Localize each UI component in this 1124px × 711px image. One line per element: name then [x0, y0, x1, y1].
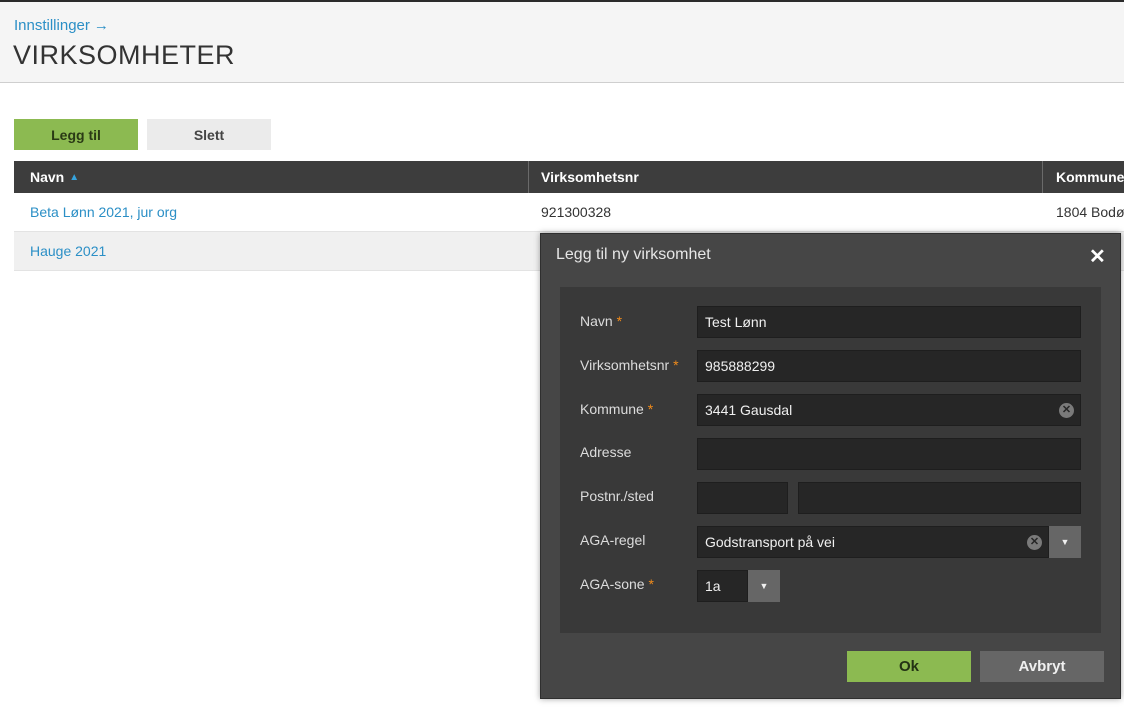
row-virksomhetsnr: 921300328 — [541, 204, 612, 220]
page-title: VIRKSOMHETER — [13, 40, 236, 70]
clear-icon[interactable]: ✕ — [1027, 535, 1042, 550]
sted-input[interactable] — [798, 482, 1081, 514]
kommune-label: Kommune * — [580, 401, 653, 417]
column-header-virksomhetsnr[interactable]: Virksomhetsnr — [541, 161, 639, 193]
aga-sone-select[interactable]: 1a — [697, 570, 748, 602]
adresse-label: Adresse — [580, 444, 632, 460]
required-marker: * — [647, 401, 654, 417]
virksomhetsnr-label: Virksomhetsnr * — [580, 357, 679, 373]
column-header-label: Virksomhetsnr — [541, 169, 639, 185]
postnr-input[interactable] — [697, 482, 788, 514]
field-label-text: AGA-sone — [580, 576, 645, 592]
required-marker: * — [648, 576, 654, 592]
table-row[interactable]: Beta Lønn 2021, jur org 921300328 1804 B… — [14, 193, 1124, 232]
sort-ascending-icon: ▲ — [69, 171, 80, 183]
field-label-text: Kommune — [580, 401, 644, 417]
required-marker: * — [616, 313, 623, 329]
postnr-sted-label: Postnr./sted — [580, 488, 654, 504]
column-header-label: Kommune — [1056, 169, 1124, 185]
column-header-kommune[interactable]: Kommune — [1056, 161, 1124, 193]
field-label-text: Virksomhetsnr — [580, 357, 670, 373]
dialog-form: Navn * Test Lønn Virksomhetsnr * 9858882… — [560, 287, 1101, 633]
row-name-link[interactable]: Hauge 2021 — [30, 232, 106, 270]
caret-down-icon[interactable]: ▼ — [748, 570, 780, 602]
aga-regel-value: Godstransport på vei — [705, 534, 835, 550]
aga-regel-select[interactable]: Godstransport på vei ✕ — [697, 526, 1049, 558]
kommune-value: 3441 Gausdal — [705, 402, 793, 418]
cancel-button[interactable]: Avbryt — [980, 651, 1104, 682]
breadcrumb-link[interactable]: Innstillinger — [14, 17, 90, 34]
aga-sone-label: AGA-sone * — [580, 576, 654, 592]
row-name-link[interactable]: Beta Lønn 2021, jur org — [30, 193, 177, 231]
table-header: Navn ▲ Virksomhetsnr Kommune — [14, 161, 1124, 193]
aga-regel-label: AGA-regel — [580, 532, 646, 548]
delete-button[interactable]: Slett — [147, 119, 271, 150]
column-header-navn[interactable]: Navn ▲ — [30, 161, 79, 193]
caret-down-icon[interactable]: ▼ — [1049, 526, 1081, 558]
add-company-dialog: Legg til ny virksomhet ✕ Navn * Test Løn… — [540, 233, 1121, 699]
required-marker: * — [673, 357, 679, 373]
adresse-input[interactable] — [697, 438, 1081, 470]
kommune-select[interactable]: 3441 Gausdal ✕ — [697, 394, 1081, 426]
column-header-label: Navn — [30, 169, 65, 185]
breadcrumb[interactable]: Innstillinger → — [14, 17, 109, 34]
navn-label: Navn * — [580, 313, 622, 329]
navn-input[interactable]: Test Lønn — [697, 306, 1081, 338]
breadcrumb-arrow-icon: → — [93, 17, 109, 34]
column-divider[interactable] — [528, 161, 529, 193]
virksomhetsnr-input[interactable]: 985888299 — [697, 350, 1081, 382]
row-kommune: 1804 Bodø — [1056, 204, 1124, 220]
add-button[interactable]: Legg til — [14, 119, 138, 150]
page-header: Innstillinger → VIRKSOMHETER — [0, 2, 1124, 83]
column-divider[interactable] — [1042, 161, 1043, 193]
clear-icon[interactable]: ✕ — [1059, 403, 1074, 418]
dialog-title: Legg til ny virksomhet — [556, 246, 711, 263]
field-label-text: Navn — [580, 313, 613, 329]
close-icon[interactable]: ✕ — [1089, 244, 1106, 269]
ok-button[interactable]: Ok — [847, 651, 971, 682]
